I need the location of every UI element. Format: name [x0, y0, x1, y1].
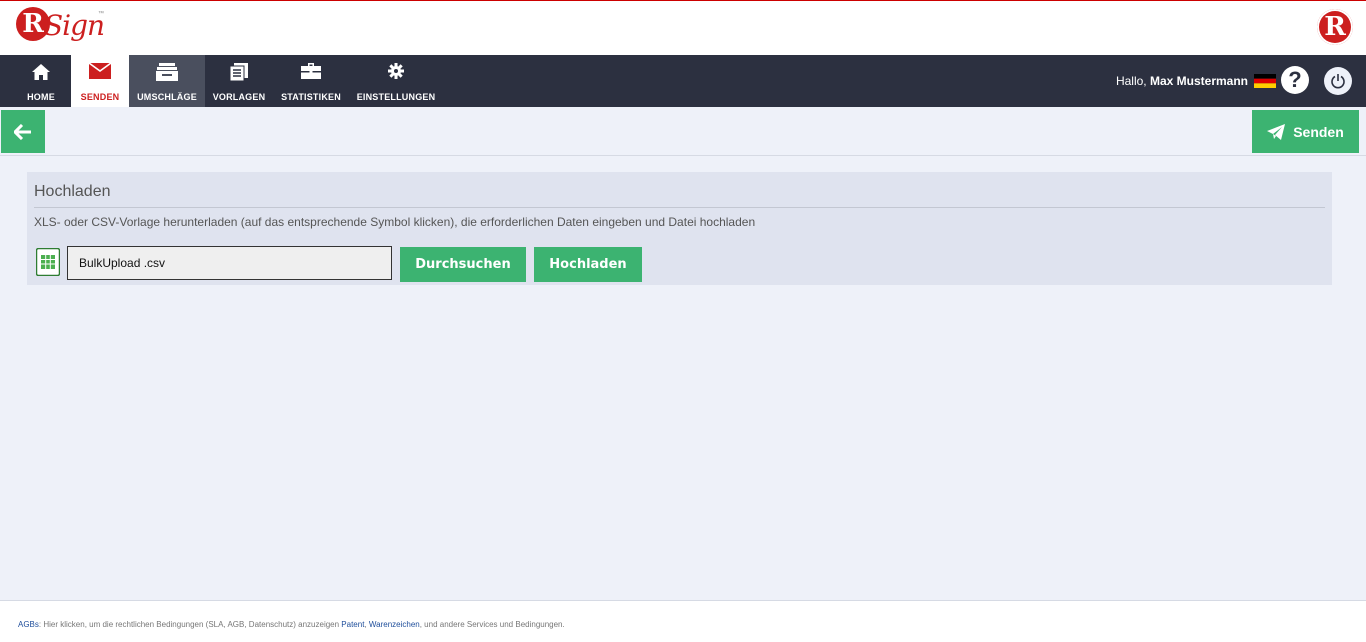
greeting-prefix: Hallo,	[1115, 74, 1150, 88]
agb-link[interactable]: AGBs	[18, 620, 39, 629]
rsign-logo[interactable]: R Sign ™	[16, 7, 106, 51]
logo-trademark: ™	[98, 11, 104, 17]
nav-item-umschlaege[interactable]: UMSCHLÄGE	[129, 55, 205, 107]
envelope-icon	[71, 63, 129, 83]
gear-icon	[354, 63, 438, 83]
documents-icon	[207, 63, 271, 83]
footer-text-2: , und andere Services und Bedingungen.	[419, 620, 565, 629]
brand-logo: R	[1317, 9, 1353, 45]
footer-text-1: : Hier klicken, um die rechtlichen Bedin…	[38, 620, 342, 629]
nav-label-senden: SENDEN	[80, 92, 120, 102]
browse-button[interactable]: Durchsuchen	[400, 247, 526, 282]
german-flag-icon[interactable]	[1254, 74, 1276, 88]
upload-description: XLS- oder CSV-Vorlage herunterladen (auf…	[34, 215, 756, 229]
power-icon	[1330, 73, 1346, 89]
user-greeting: Hallo, Max Mustermann	[1116, 74, 1248, 88]
nav-label-vorlagen: VORLAGEN	[212, 92, 266, 102]
back-button[interactable]	[1, 110, 45, 153]
top-header: R Sign ™ R	[0, 0, 1366, 55]
spreadsheet-template-icon[interactable]	[35, 247, 61, 277]
inbox-icon	[129, 63, 205, 83]
briefcase-icon	[278, 63, 344, 83]
trademark-link[interactable]: Warenzeichen	[369, 620, 420, 629]
title-divider	[34, 207, 1325, 208]
paper-plane-icon	[1267, 123, 1286, 140]
nav-label-umschlaege: UMSCHLÄGE	[137, 92, 197, 102]
upload-title: Hochladen	[34, 183, 111, 200]
nav-item-vorlagen[interactable]: VORLAGEN	[207, 55, 271, 107]
nav-label-statistiken: STATISTIKEN	[281, 92, 341, 102]
user-name[interactable]: Max Mustermann	[1150, 74, 1248, 88]
nav-item-senden[interactable]: SENDEN	[71, 55, 129, 107]
arrow-left-icon	[14, 123, 32, 140]
nav-item-einstellungen[interactable]: EINSTELLUNGEN	[354, 55, 438, 107]
file-name-field[interactable]: BulkUpload .csv	[67, 246, 392, 280]
help-button[interactable]: ?	[1281, 66, 1309, 94]
logo-sign-text: Sign	[44, 9, 105, 42]
footer-legal-text: AGBs: Hier klicken, um die rechtlichen B…	[18, 620, 565, 629]
send-button[interactable]: Senden	[1252, 110, 1359, 153]
nav-label-home: HOME	[27, 92, 55, 102]
logout-button[interactable]	[1324, 67, 1352, 95]
send-button-label: Senden	[1293, 123, 1344, 140]
nav-item-home[interactable]: HOME	[12, 55, 70, 107]
home-icon	[12, 63, 70, 83]
footer: AGBs: Hier klicken, um die rechtlichen B…	[0, 600, 1366, 642]
upload-button[interactable]: Hochladen	[534, 247, 642, 282]
patent-link[interactable]: Patent	[341, 620, 364, 629]
action-toolbar: Senden	[0, 107, 1366, 156]
nav-label-einstellungen: EINSTELLUNGEN	[356, 92, 436, 102]
upload-panel: Hochladen XLS- oder CSV-Vorlage herunter…	[27, 172, 1332, 285]
nav-item-statistiken[interactable]: STATISTIKEN	[278, 55, 344, 107]
